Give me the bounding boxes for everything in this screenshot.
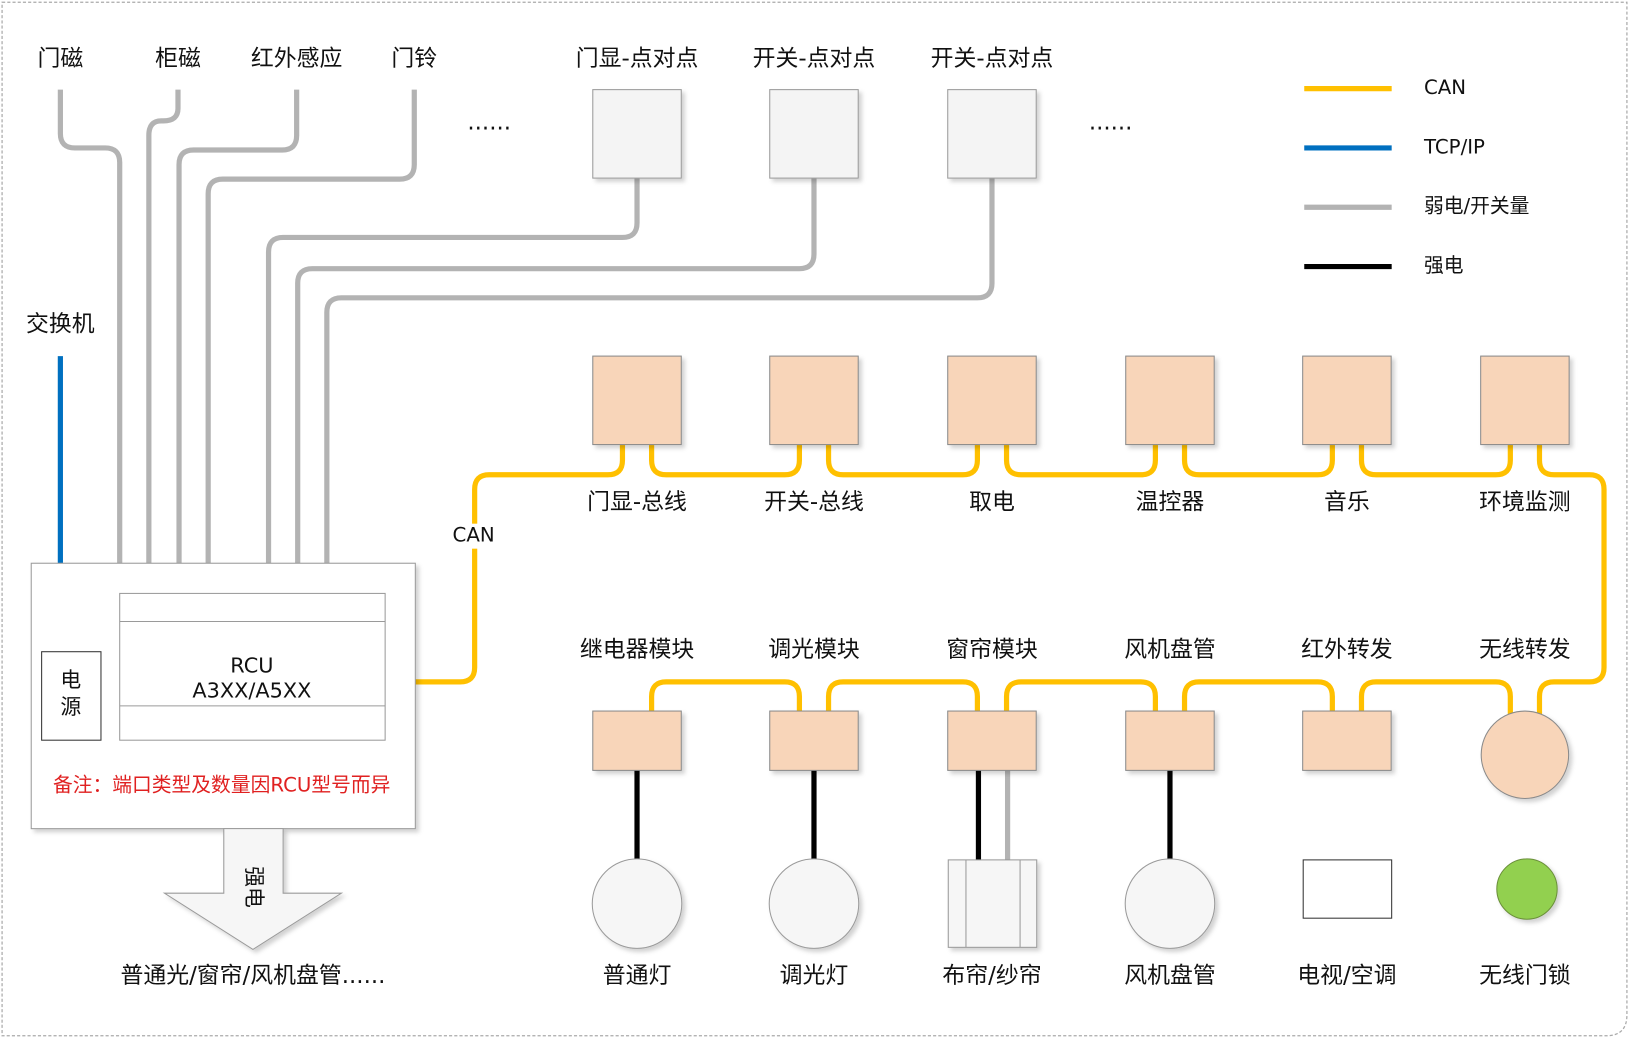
- bus-module-label: 窗帘模块: [946, 637, 1038, 663]
- bus-module: [947, 710, 1037, 771]
- bus-module: [592, 710, 682, 771]
- input-label: 红外感应: [251, 46, 343, 72]
- bus-module-label: 风机盘管: [1124, 637, 1216, 663]
- bus-module-label: 温控器: [1136, 489, 1205, 515]
- bus-module: [1302, 355, 1392, 446]
- legend-label: 弱电/开关量: [1424, 195, 1530, 218]
- input-label: 门铃: [391, 46, 437, 72]
- bus-module: [1480, 355, 1570, 446]
- strong-target-label: 普通光/窗帘/风机盘管......: [120, 963, 385, 989]
- bus-module: [1302, 710, 1392, 771]
- bus-module: [947, 355, 1037, 446]
- legend-label: TCP/IP: [1423, 135, 1485, 158]
- wireless-relay-module: [1480, 710, 1570, 800]
- end-device-label: 调光灯: [780, 963, 849, 989]
- legend-label: 强电: [1424, 254, 1464, 277]
- bus-module: [592, 355, 682, 446]
- weak-current-wire: [146, 89, 181, 564]
- point-to-point-device: [769, 89, 859, 179]
- bus-module: [769, 355, 859, 446]
- bus-module-label: 音乐: [1324, 489, 1370, 515]
- end-device-label: 普通灯: [603, 963, 672, 989]
- light-device-icon: [768, 858, 860, 949]
- bus-module-label: 门显-总线: [587, 489, 687, 515]
- point-device-label: 开关-点对点: [931, 46, 1054, 72]
- bus-module-label: 环境监测: [1479, 489, 1571, 515]
- bus-module: [1125, 355, 1215, 446]
- point-device-label: 开关-点对点: [753, 46, 876, 72]
- light-device-icon: [1124, 858, 1216, 949]
- bus-module-label: 取电: [969, 489, 1015, 515]
- can-bus-wire: [415, 444, 1607, 715]
- tv-ac-device-icon: [1302, 859, 1393, 919]
- point-device-label: 门显-点对点: [576, 46, 699, 72]
- input-label: 门磁: [37, 46, 83, 72]
- power-label: 源: [60, 695, 81, 719]
- rcu-name: RCU: [230, 653, 273, 677]
- point-to-point-device: [592, 89, 682, 179]
- switch-label: 交换机: [26, 311, 95, 337]
- end-device-label: 无线门锁: [1479, 963, 1571, 989]
- bus-module-label: 开关-总线: [764, 489, 864, 515]
- bus-module-label: 无线转发: [1479, 637, 1571, 663]
- bus-module: [769, 710, 859, 771]
- end-device-label: 布帘/纱帘: [942, 963, 1041, 989]
- weak-current-wire: [176, 89, 300, 564]
- bus-module-label: 红外转发: [1301, 637, 1393, 663]
- weak-current-wire: [265, 178, 640, 564]
- can-bus-label: CAN: [453, 524, 495, 547]
- curtain-device-icon: [947, 859, 1038, 948]
- ellipsis-text: ......: [1089, 109, 1133, 135]
- bus-module: [1125, 710, 1215, 771]
- wireless-lock-icon: [1496, 858, 1558, 920]
- power-label: 电: [60, 668, 81, 692]
- light-device-icon: [591, 858, 683, 949]
- legend-label: CAN: [1424, 76, 1466, 99]
- ellipsis-text: ......: [467, 109, 511, 135]
- strong-arrow-label: 强电: [242, 866, 266, 908]
- bus-module-label: 调光模块: [768, 637, 860, 663]
- end-device-label: 风机盘管: [1124, 963, 1216, 989]
- bus-module-label: 继电器模块: [580, 637, 695, 663]
- rcu-note: 备注：端口类型及数量因RCU型号而异: [53, 773, 391, 796]
- rcu-model: A3XX/A5XX: [192, 678, 311, 702]
- input-label: 柜磁: [155, 46, 201, 72]
- point-to-point-device: [947, 89, 1037, 179]
- rcu-system-diagram: 门磁 柜磁 红外感应 门铃...... ...... 门显-点对点 开关-点对点 开关-点对点…: [1, 1, 1628, 1037]
- end-device-label: 电视/空调: [1297, 963, 1396, 989]
- weak-current-wire: [205, 89, 417, 564]
